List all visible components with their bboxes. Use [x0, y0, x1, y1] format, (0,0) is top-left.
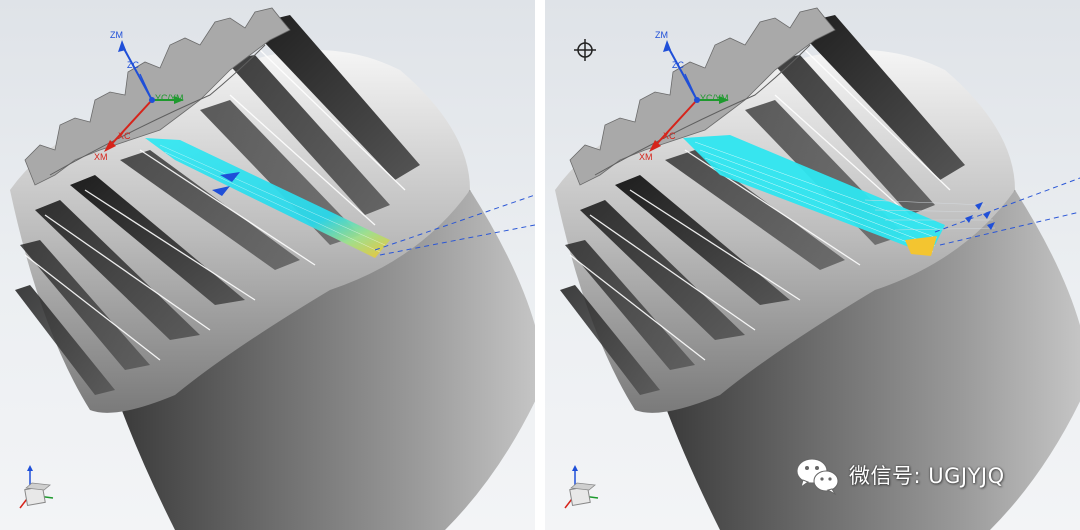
view-orientation-triad[interactable]: [553, 460, 613, 520]
view-orientation-triad[interactable]: [8, 460, 68, 520]
axis-label-zc: ZC: [672, 60, 684, 70]
axis-label-xm: XM: [639, 152, 653, 162]
watermark-text: 微信号: UGJYJQ: [849, 464, 1005, 488]
viewport-divider: [535, 0, 545, 530]
axis-label-yc-ym: YC/YM: [700, 93, 729, 103]
axis-label-zm: ZM: [110, 30, 123, 40]
axis-label-xc: XC: [663, 131, 676, 141]
axis-label-zm: ZM: [655, 30, 668, 40]
graphics-viewport-right[interactable]: ZM ZC YC/YM XC XM: [545, 0, 1080, 530]
axis-label-xc: XC: [118, 131, 131, 141]
wechat-watermark: 微信号: UGJYJQ: [795, 455, 1005, 495]
axis-label-yc-ym: YC/YM: [155, 93, 184, 103]
wechat-icon: [796, 458, 839, 495]
bevel-gear-model[interactable]: [545, 0, 1080, 530]
axis-label-zc: ZC: [127, 60, 139, 70]
graphics-viewport-left[interactable]: ZM ZC YC/YM XC XM: [0, 0, 535, 530]
axis-label-xm: XM: [94, 152, 108, 162]
bevel-gear-model[interactable]: [0, 0, 535, 530]
crosshair-cursor-icon: [574, 39, 596, 61]
